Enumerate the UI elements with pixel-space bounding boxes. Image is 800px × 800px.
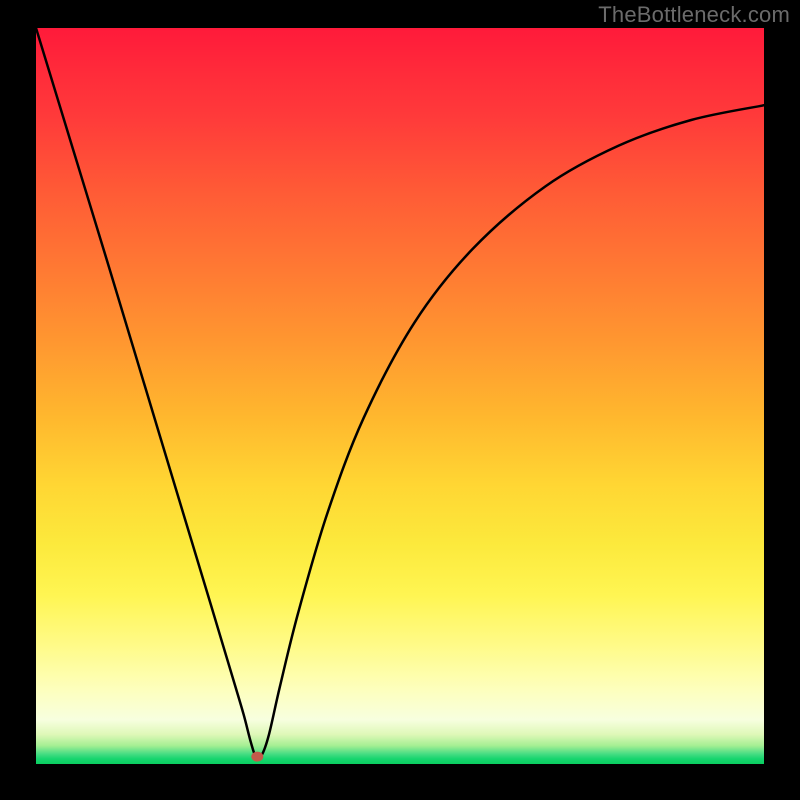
watermark-text: TheBottleneck.com — [598, 2, 790, 28]
minimum-marker — [251, 752, 263, 762]
curve-path — [36, 28, 764, 758]
curve-layer — [36, 28, 764, 764]
plot-area — [36, 28, 764, 764]
chart-container: TheBottleneck.com — [0, 0, 800, 800]
